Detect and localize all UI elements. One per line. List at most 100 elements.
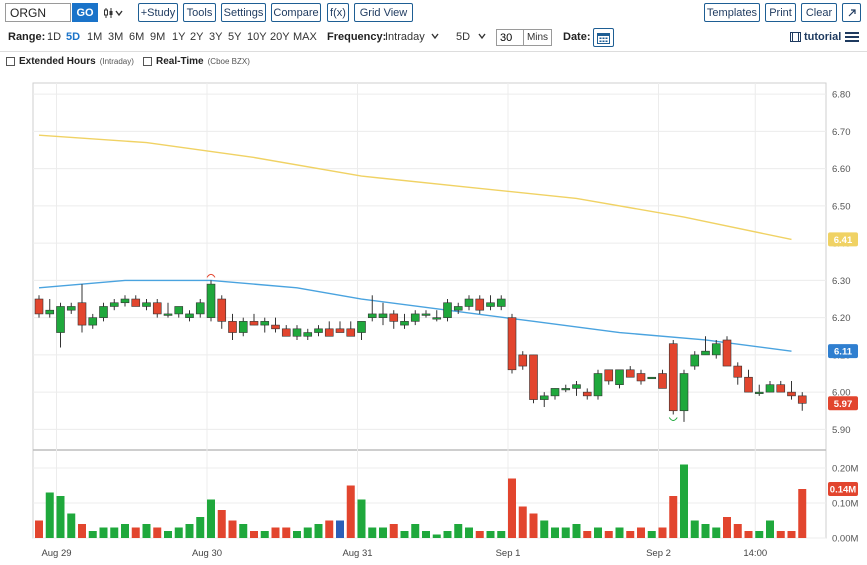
realtime-sub: (Cboe BZX) [207, 57, 250, 66]
range-5d[interactable]: 5D [66, 31, 80, 43]
volume-bar [207, 499, 215, 538]
candle-body [378, 313, 388, 318]
extended-hours-sub: (Intraday) [99, 57, 134, 66]
x-tick-label: 14:00 [743, 548, 767, 559]
go-button[interactable]: GO [72, 3, 98, 22]
settings-button[interactable]: Settings [221, 3, 266, 22]
volume-bar [551, 527, 559, 538]
realtime-option[interactable]: Real-Time (Cboe BZX) [143, 56, 250, 67]
symbol-input[interactable] [5, 3, 71, 22]
volume-bar [443, 531, 452, 538]
range-1d[interactable]: 1D [47, 31, 61, 43]
volume-bar [690, 520, 699, 538]
candle-body [314, 328, 323, 333]
volume-bar [529, 513, 538, 538]
main-toolbar: GO +Study Tools Settings Compare f(x) Gr… [0, 0, 867, 26]
candle-body [615, 369, 624, 385]
print-button[interactable]: Print [765, 3, 796, 22]
volume-bar [78, 524, 86, 538]
hamburger-menu-icon[interactable] [845, 31, 859, 43]
candle-body [152, 302, 162, 315]
range-2y[interactable]: 2Y [190, 31, 203, 43]
price-chart[interactable]: 6.806.706.606.506.406.306.206.106.005.90… [0, 76, 867, 565]
volume-bar [680, 464, 688, 538]
volume-bar [303, 527, 312, 538]
range-1y[interactable]: 1Y [172, 31, 185, 43]
chevron-down-icon [431, 33, 439, 40]
clear-button[interactable]: Clear [801, 3, 837, 22]
candle-body [367, 313, 377, 318]
candle-body [443, 302, 452, 318]
range-20y[interactable]: 20Y [270, 31, 290, 43]
volume-bar [250, 531, 258, 538]
volume-bar [142, 524, 151, 538]
tools-button[interactable]: Tools [183, 3, 216, 22]
volume-bar [540, 520, 549, 538]
frequency-value: Intraday [385, 31, 425, 43]
x-tick-label: Aug 29 [41, 548, 71, 559]
grid-view-button[interactable]: Grid View [354, 3, 413, 22]
candle-body [271, 324, 280, 330]
range-10y[interactable]: 10Y [247, 31, 267, 43]
compare-button[interactable]: Compare [271, 3, 321, 22]
range-6m[interactable]: 6M [129, 31, 144, 43]
volume-bar [744, 531, 753, 538]
period-select[interactable]: 5D [456, 31, 486, 43]
volume-bar [282, 527, 291, 538]
volume-bar [432, 534, 441, 538]
volume-bar [357, 499, 366, 538]
candle-body [647, 376, 657, 380]
value-badge-label: 6.41 [834, 235, 853, 246]
volume-bar [669, 496, 678, 538]
add-study-button[interactable]: +Study [138, 3, 178, 22]
candle-body [486, 302, 495, 307]
volume-bar [701, 524, 710, 538]
volume-bar [508, 478, 516, 538]
value-badge-label: 5.97 [834, 399, 853, 410]
realtime-checkbox[interactable] [143, 57, 152, 66]
volume-bar [260, 531, 269, 538]
x-tick-label: Aug 31 [342, 548, 372, 559]
expand-button[interactable] [842, 3, 861, 22]
extended-hours-checkbox[interactable] [6, 57, 15, 66]
chart-type-selector[interactable] [100, 4, 126, 21]
templates-button[interactable]: Templates [704, 3, 760, 22]
price-tick-label: 6.80 [832, 90, 851, 101]
x-tick-label: Sep 1 [496, 548, 521, 559]
tutorial-label: tutorial [804, 31, 842, 43]
price-tick-label: 6.30 [832, 276, 851, 287]
volume-bar [174, 527, 183, 538]
minutes-input[interactable] [496, 29, 524, 46]
candle-body [690, 354, 700, 367]
fx-button[interactable]: f(x) [327, 3, 349, 22]
date-picker-button[interactable] [593, 28, 614, 47]
chevron-down-icon [115, 10, 123, 16]
range-1m[interactable]: 1M [87, 31, 102, 43]
chart-frame [32, 82, 827, 539]
price-tick-label: 6.60 [832, 164, 851, 175]
volume-bar [121, 524, 129, 538]
volume-bar [583, 531, 592, 538]
extended-hours-option[interactable]: Extended Hours (Intraday) [6, 56, 134, 67]
volume-bar [712, 527, 721, 538]
x-tick-label: Aug 30 [192, 548, 222, 559]
range-5y[interactable]: 5Y [228, 31, 241, 43]
volume-bar [67, 513, 76, 538]
frequency-select[interactable]: Intraday [385, 31, 439, 43]
range-3m[interactable]: 3M [108, 31, 123, 43]
range-9m[interactable]: 9M [150, 31, 165, 43]
volume-bar [766, 520, 774, 538]
volume-bar [56, 496, 65, 538]
volume-bar [604, 531, 613, 538]
volume-bar [776, 531, 785, 538]
tutorial-link[interactable]: tutorial [790, 31, 841, 43]
volume-bar [325, 520, 334, 538]
volume-bar [368, 527, 377, 538]
range-label: Range: [8, 31, 46, 43]
range-max[interactable]: MAX [293, 31, 317, 43]
volume-bar [185, 524, 194, 538]
candle-body [625, 369, 635, 378]
volume-bar [389, 524, 398, 538]
range-3y[interactable]: 3Y [209, 31, 222, 43]
candle-body [744, 376, 753, 393]
